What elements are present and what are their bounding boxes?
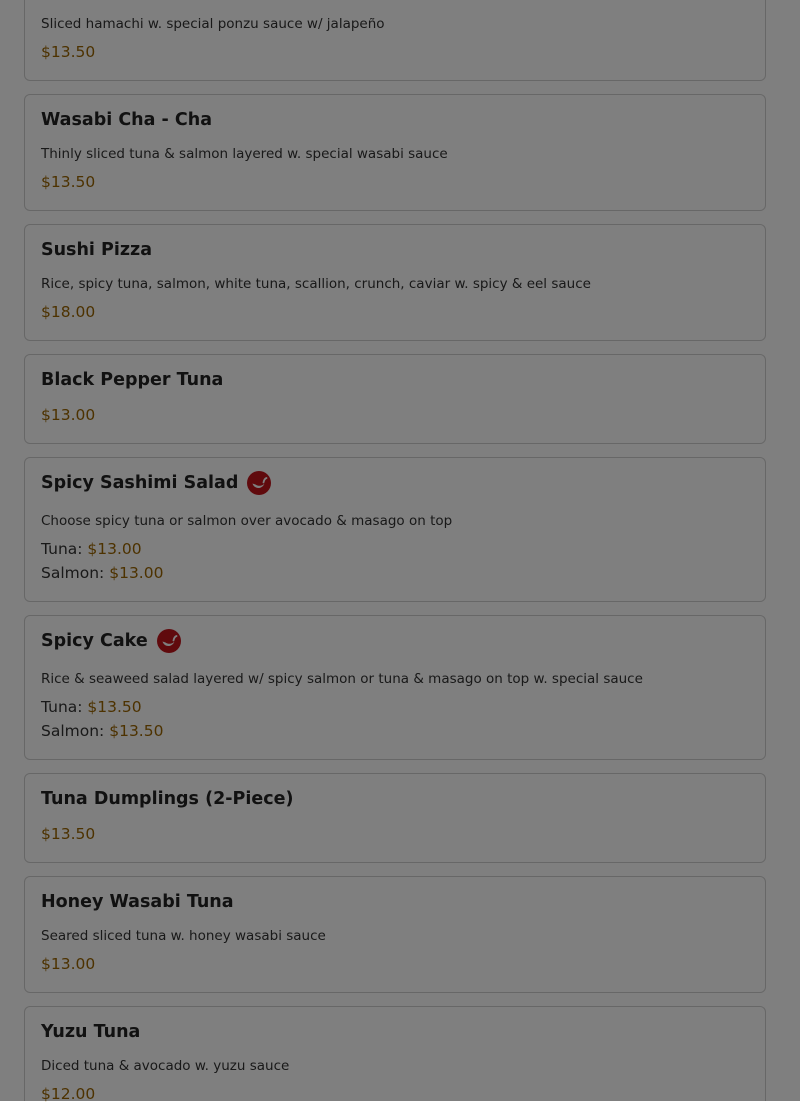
- item-price: $13.50: [41, 173, 96, 191]
- item-option-line: Salmon: $13.50: [41, 722, 163, 740]
- item-option-line: Tuna: $13.00: [41, 540, 142, 558]
- option-label: Tuna:: [41, 698, 83, 716]
- item-price-line: $13.50: [41, 825, 95, 843]
- item-name: Tuna Dumplings (2-Piece): [41, 789, 294, 809]
- item-name: Black Pepper Tuna: [41, 370, 224, 390]
- item-title: Tuna Dumplings (2-Piece): [41, 789, 293, 809]
- item-description: Thinly sliced tuna & salmon layered w. s…: [41, 146, 448, 162]
- item-price: $13.50: [41, 43, 96, 61]
- item-title: Yuzu Tuna: [41, 1022, 140, 1042]
- item-price-line: $13.50: [41, 43, 95, 61]
- menu-item-card[interactable]: Spicy Cake Rice & seaweed salad layered …: [24, 615, 766, 760]
- item-name: Spicy Cake: [41, 631, 148, 651]
- option-price: $13.50: [109, 722, 164, 740]
- menu-item-card[interactable]: Tuna Dumplings (2-Piece) $13.50: [24, 773, 766, 863]
- item-price: $12.00: [41, 1085, 96, 1103]
- chili-pepper-icon: [156, 629, 181, 653]
- item-description: Rice, spicy tuna, salmon, white tuna, sc…: [41, 276, 591, 292]
- option-label: Salmon:: [41, 722, 105, 740]
- option-price: $13.00: [87, 540, 142, 558]
- menu-item-card[interactable]: Black Pepper Tuna $13.00: [24, 354, 766, 444]
- menu-item-card[interactable]: Sliced hamachi w. special ponzu sauce w/…: [24, 0, 766, 81]
- item-description: Seared sliced tuna w. honey wasabi sauce: [41, 928, 326, 944]
- item-name: Honey Wasabi Tuna: [41, 892, 234, 912]
- item-name: Sushi Pizza: [41, 240, 153, 260]
- chili-pepper-icon: [247, 471, 272, 495]
- item-description: Diced tuna & avocado w. yuzu sauce: [41, 1058, 290, 1074]
- menu-item-card[interactable]: Yuzu Tuna Diced tuna & avocado w. yuzu s…: [24, 1006, 766, 1103]
- option-price: $13.50: [87, 698, 142, 716]
- option-price: $13.00: [109, 564, 164, 582]
- item-name: Yuzu Tuna: [41, 1022, 141, 1042]
- item-price: $13.00: [41, 406, 96, 424]
- item-title: Spicy Cake: [41, 629, 181, 653]
- menu-item-card[interactable]: Spicy Sashimi Salad Choose spicy tuna or…: [24, 457, 766, 602]
- item-description: Sliced hamachi w. special ponzu sauce w/…: [41, 16, 385, 32]
- item-price-line: $18.00: [41, 303, 95, 321]
- item-description: Rice & seaweed salad layered w/ spicy sa…: [41, 671, 643, 687]
- item-price-line: $13.50: [41, 173, 95, 191]
- item-name: Wasabi Cha - Cha: [41, 110, 213, 130]
- item-price: $18.00: [41, 303, 96, 321]
- item-price: $13.50: [41, 825, 96, 843]
- item-title: Spicy Sashimi Salad: [41, 471, 272, 495]
- item-price-line: $12.00: [41, 1085, 95, 1103]
- item-option-line: Salmon: $13.00: [41, 564, 163, 582]
- item-price-line: $13.00: [41, 955, 95, 973]
- menu-item-list: Sliced hamachi w. special ponzu sauce w/…: [0, 0, 800, 1103]
- menu-item-card[interactable]: Sushi Pizza Rice, spicy tuna, salmon, wh…: [24, 224, 766, 341]
- item-description: Choose spicy tuna or salmon over avocado…: [41, 513, 453, 529]
- item-name: Spicy Sashimi Salad: [41, 473, 239, 493]
- option-label: Tuna:: [41, 540, 83, 558]
- menu-item-card[interactable]: Wasabi Cha - Cha Thinly sliced tuna & sa…: [24, 94, 766, 211]
- option-label: Salmon:: [41, 564, 105, 582]
- item-title: Wasabi Cha - Cha: [41, 110, 212, 130]
- item-price-line: $13.00: [41, 406, 95, 424]
- item-option-line: Tuna: $13.50: [41, 698, 142, 716]
- menu-item-card[interactable]: Honey Wasabi Tuna Seared sliced tuna w. …: [24, 876, 766, 993]
- item-title: Honey Wasabi Tuna: [41, 892, 234, 912]
- item-title: Sushi Pizza: [41, 240, 152, 260]
- item-title: Black Pepper Tuna: [41, 370, 223, 390]
- item-price: $13.00: [41, 955, 96, 973]
